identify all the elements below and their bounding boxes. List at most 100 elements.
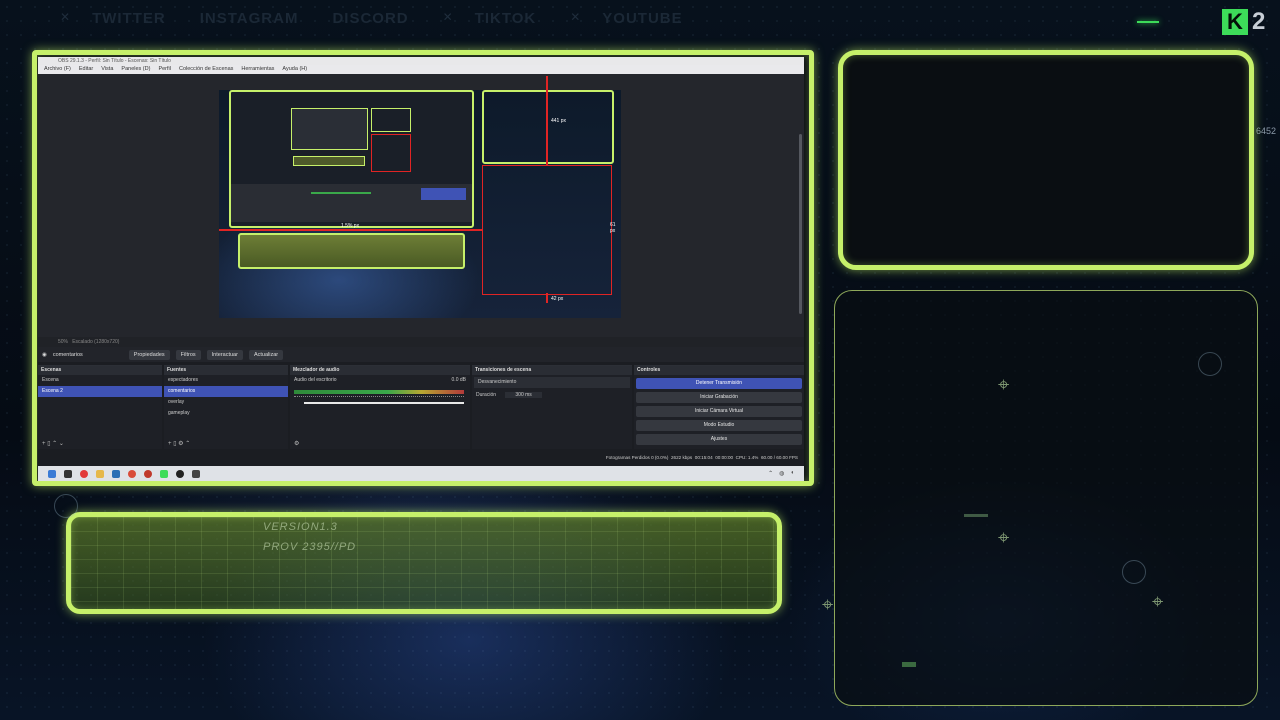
menu-docks[interactable]: Paneles (D) (121, 65, 150, 74)
source-item[interactable]: espectadores (164, 375, 288, 386)
refresh-button[interactable]: Actualizar (248, 349, 284, 360)
preview-canvas[interactable]: 441 px 61 px 42 px 1.5% px (219, 76, 621, 318)
logo-k: K (1222, 9, 1248, 35)
trash-icon[interactable]: ▯ (47, 441, 50, 447)
menu-scene-collection[interactable]: Colección de Escenas (179, 65, 233, 74)
bar-prov: PROV 2395//PD (263, 541, 357, 553)
controls-header: Controles (634, 366, 804, 375)
folder-icon[interactable] (96, 469, 104, 478)
nested-red-frame (371, 134, 411, 172)
nested-meter (311, 192, 371, 194)
volume-slider[interactable] (304, 402, 464, 404)
scenes-header: Escenas (38, 366, 162, 375)
obs-preview[interactable]: 441 px 61 px 42 px 1.5% px (38, 74, 804, 342)
source-item-selected[interactable]: comentarios (164, 386, 288, 397)
source-toolbar: ◉ comentarios Propiedades Filtros Intera… (38, 347, 804, 362)
menu-help[interactable]: Ayuda (H) (282, 65, 307, 74)
preview-scrollbar[interactable] (799, 134, 802, 314)
px-label-right: 61 px (610, 222, 616, 234)
app-icon[interactable] (192, 469, 200, 478)
transitions-dock: Transiciones de escena Desvanecimiento D… (472, 365, 632, 449)
stop-streaming-button[interactable]: Detener Transmisión (636, 378, 802, 389)
scene-item-selected[interactable]: Escena 2 (38, 386, 162, 397)
start-recording-button[interactable]: Iniciar Grabación (636, 392, 802, 403)
nested-obs (231, 184, 472, 222)
app-icon[interactable] (80, 469, 88, 478)
accent-dash (1137, 21, 1159, 23)
duration-label: Duración (476, 392, 497, 398)
chevron-up-icon[interactable]: ⌃ (768, 470, 773, 477)
preview-status: 50% Escalado (1280x720) (38, 337, 804, 347)
windows-icon[interactable] (48, 469, 56, 478)
ring-icon (1198, 352, 1222, 376)
zoom-level[interactable]: 50% (58, 339, 68, 345)
crosshair-icon: ⌖ (998, 527, 1010, 549)
menu-tools[interactable]: Herramientas (241, 65, 274, 74)
mixer-footer: ⚙ (290, 439, 470, 449)
transition-select[interactable]: Desvanecimiento (474, 377, 630, 388)
mixer-header: Mezclador de audio (290, 366, 470, 375)
obs-titlebar[interactable]: OBS 29.1.3 - Perfil: Sin Título - Escena… (38, 57, 804, 65)
volume-icon[interactable]: ◖ (790, 470, 794, 477)
menu-file[interactable]: Archivo (F) (44, 65, 71, 74)
px-label-top: 441 px (551, 118, 567, 124)
close-icon: ✕ (442, 10, 453, 24)
ring-icon (1122, 560, 1146, 584)
network-icon[interactable]: ◍ (779, 470, 784, 477)
obs-statusbar: Fotogramas Perdidos 0 (0.0%) 2622 kbps 0… (38, 453, 804, 463)
selection-box[interactable] (482, 165, 612, 295)
filters-button[interactable]: Filtros (175, 349, 201, 360)
taskview-icon[interactable] (64, 469, 72, 478)
interact-button[interactable]: Interactuar (206, 349, 243, 360)
crosshair-icon: ⌖ (822, 594, 834, 616)
chevron-up-icon[interactable]: ⌃ (185, 441, 190, 447)
camera-frame (838, 50, 1254, 270)
social-youtube: YOUTUBE (602, 10, 683, 27)
settings-button[interactable]: Ajustes (636, 434, 802, 445)
add-icon[interactable]: + (168, 441, 172, 447)
close-icon: ✕ (570, 10, 581, 24)
scene-item[interactable]: Escena (38, 375, 162, 386)
store-icon[interactable] (112, 469, 120, 478)
transitions-header: Transiciones de escena (472, 366, 632, 375)
record-time: 00:00:00 (715, 455, 734, 460)
obs-icon[interactable] (176, 469, 184, 478)
social-instagram: INSTAGRAM (199, 10, 299, 27)
crosshair-icon: ⌖ (998, 374, 1010, 396)
guide-line-left (219, 229, 482, 231)
menu-profile[interactable]: Perfil (158, 65, 171, 74)
side-number: 6452 (1256, 126, 1277, 136)
nested-frame (291, 108, 368, 150)
mixer-dock: Mezclador de audio Audio del escritorio … (290, 365, 470, 449)
duration-input[interactable]: 300 ms (505, 392, 542, 398)
social-twitter: TWITTER (92, 10, 166, 27)
obs-docks: Escenas Escena Escena 2 + ▯ ⌃ ⌄ Fuentes … (38, 365, 804, 449)
accent-dash (902, 662, 916, 667)
start-virtual-camera-button[interactable]: Iniciar Cámara Virtual (636, 406, 802, 417)
app-icon[interactable] (144, 469, 152, 478)
accent-dash (964, 514, 988, 517)
chrome-icon[interactable] (128, 469, 136, 478)
chevron-up-icon[interactable]: ⌃ (52, 441, 57, 447)
menu-edit[interactable]: Editar (79, 65, 93, 74)
studio-mode-button[interactable]: Modo Estudio (636, 420, 802, 431)
gear-icon[interactable]: ⚙ (294, 441, 299, 447)
kick-icon[interactable] (160, 469, 168, 478)
trash-icon[interactable]: ▯ (173, 441, 176, 447)
fps: 60.00 / 60.00 FPS (760, 455, 798, 460)
obs-window[interactable]: OBS 29.1.3 - Perfil: Sin Título - Escena… (38, 57, 804, 467)
add-icon[interactable]: + (42, 441, 46, 447)
properties-button[interactable]: Propiedades (128, 349, 170, 360)
source-item[interactable]: gameplay (164, 408, 288, 419)
source-icon: ◉ (42, 351, 47, 358)
social-tiktok: TIKTOK (474, 10, 537, 27)
menu-view[interactable]: Vista (101, 65, 113, 74)
source-item[interactable]: overlay (164, 397, 288, 408)
guide-line-bottom (546, 293, 548, 303)
scale-mode[interactable]: Escalado (1280x720) (72, 339, 119, 345)
nested-frame (371, 108, 411, 132)
guide-line-top (546, 76, 548, 166)
chevron-down-icon[interactable]: ⌄ (59, 441, 64, 447)
stream-time: 00:15:04 (694, 455, 713, 460)
gear-icon[interactable]: ⚙ (178, 441, 183, 447)
